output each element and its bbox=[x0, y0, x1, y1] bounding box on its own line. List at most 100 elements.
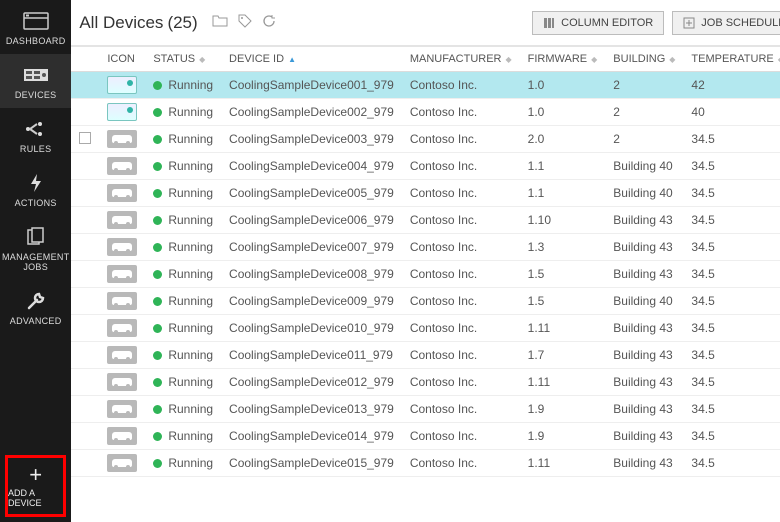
cell-icon bbox=[99, 153, 145, 180]
cell-building: Building 43 bbox=[605, 234, 683, 261]
cell-status: Running bbox=[145, 153, 221, 180]
cell-temperature: 34.5 bbox=[683, 234, 780, 261]
cell-temperature: 34.5 bbox=[683, 261, 780, 288]
sidebar-item-label: DEVICES bbox=[15, 90, 57, 100]
table-row[interactable]: RunningCoolingSampleDevice008_979Contoso… bbox=[71, 261, 780, 288]
row-checkbox[interactable] bbox=[71, 396, 99, 423]
device-table: ICON STATUS◆ DEVICE ID▲ MANUFACTURER◆ FI… bbox=[71, 46, 780, 477]
cell-manufacturer: Contoso Inc. bbox=[402, 315, 520, 342]
device-table-wrap[interactable]: ICON STATUS◆ DEVICE ID▲ MANUFACTURER◆ FI… bbox=[71, 46, 780, 522]
status-dot-icon bbox=[153, 81, 162, 90]
cell-temperature: 34.5 bbox=[683, 315, 780, 342]
cell-temperature: 34.5 bbox=[683, 423, 780, 450]
cell-device-id: CoolingSampleDevice001_979 bbox=[221, 72, 402, 99]
row-checkbox[interactable] bbox=[71, 315, 99, 342]
thermometer-icon bbox=[107, 76, 137, 94]
page-title: All Devices (25) bbox=[79, 13, 197, 33]
cell-device-id: CoolingSampleDevice005_979 bbox=[221, 180, 402, 207]
car-icon bbox=[107, 184, 137, 202]
sidebar: DASHBOARD DEVICES RULES ACTIONS MANAGEME… bbox=[0, 0, 71, 522]
cell-temperature: 34.5 bbox=[683, 153, 780, 180]
folder-icon[interactable] bbox=[212, 14, 228, 31]
job-scheduler-button[interactable]: JOB SCHEDULER bbox=[672, 11, 780, 35]
row-checkbox[interactable] bbox=[71, 99, 99, 126]
car-icon bbox=[107, 346, 137, 364]
table-row[interactable]: RunningCoolingSampleDevice002_979Contoso… bbox=[71, 99, 780, 126]
row-checkbox[interactable] bbox=[71, 180, 99, 207]
table-row[interactable]: RunningCoolingSampleDevice012_979Contoso… bbox=[71, 369, 780, 396]
status-dot-icon bbox=[153, 405, 162, 414]
cell-manufacturer: Contoso Inc. bbox=[402, 72, 520, 99]
table-row[interactable]: RunningCoolingSampleDevice003_979Contoso… bbox=[71, 126, 780, 153]
col-device-id[interactable]: DEVICE ID▲ bbox=[221, 47, 402, 72]
cell-building: 2 bbox=[605, 126, 683, 153]
col-firmware[interactable]: FIRMWARE◆ bbox=[520, 47, 606, 72]
row-checkbox[interactable] bbox=[71, 450, 99, 477]
cell-manufacturer: Contoso Inc. bbox=[402, 369, 520, 396]
row-checkbox[interactable] bbox=[71, 423, 99, 450]
table-row[interactable]: RunningCoolingSampleDevice001_979Contoso… bbox=[71, 72, 780, 99]
col-status[interactable]: STATUS◆ bbox=[145, 47, 221, 72]
sidebar-item-dashboard[interactable]: DASHBOARD bbox=[0, 0, 71, 54]
cell-firmware: 2.0 bbox=[520, 126, 606, 153]
col-temperature[interactable]: TEMPERATURE◆ bbox=[683, 47, 780, 72]
cell-status: Running bbox=[145, 288, 221, 315]
cell-firmware: 1.5 bbox=[520, 261, 606, 288]
cell-icon bbox=[99, 423, 145, 450]
cell-firmware: 1.9 bbox=[520, 396, 606, 423]
devices-icon bbox=[22, 64, 50, 86]
row-checkbox[interactable] bbox=[71, 369, 99, 396]
row-checkbox[interactable] bbox=[71, 234, 99, 261]
sidebar-item-management-jobs[interactable]: MANAGEMENT JOBS bbox=[0, 216, 71, 280]
sidebar-item-actions[interactable]: ACTIONS bbox=[0, 162, 71, 216]
table-row[interactable]: RunningCoolingSampleDevice004_979Contoso… bbox=[71, 153, 780, 180]
rules-icon bbox=[22, 118, 50, 140]
cell-building: Building 43 bbox=[605, 261, 683, 288]
cell-manufacturer: Contoso Inc. bbox=[402, 423, 520, 450]
col-checkbox[interactable] bbox=[71, 47, 99, 72]
status-dot-icon bbox=[153, 162, 162, 171]
row-checkbox[interactable] bbox=[71, 288, 99, 315]
sidebar-item-rules[interactable]: RULES bbox=[0, 108, 71, 162]
cell-icon bbox=[99, 261, 145, 288]
table-row[interactable]: RunningCoolingSampleDevice014_979Contoso… bbox=[71, 423, 780, 450]
cell-manufacturer: Contoso Inc. bbox=[402, 396, 520, 423]
row-checkbox[interactable] bbox=[71, 153, 99, 180]
cell-icon bbox=[99, 450, 145, 477]
cell-building: 2 bbox=[605, 72, 683, 99]
add-device-button[interactable]: + ADD A DEVICE bbox=[5, 455, 66, 517]
row-checkbox[interactable] bbox=[71, 207, 99, 234]
cell-device-id: CoolingSampleDevice007_979 bbox=[221, 234, 402, 261]
plus-icon: + bbox=[29, 464, 42, 486]
col-icon[interactable]: ICON bbox=[99, 47, 145, 72]
row-checkbox[interactable] bbox=[71, 72, 99, 99]
tag-icon[interactable] bbox=[238, 14, 252, 31]
cell-firmware: 1.0 bbox=[520, 72, 606, 99]
wrench-icon bbox=[22, 290, 50, 312]
refresh-icon[interactable] bbox=[262, 14, 276, 31]
cell-firmware: 1.7 bbox=[520, 342, 606, 369]
row-checkbox[interactable] bbox=[71, 126, 99, 153]
table-row[interactable]: RunningCoolingSampleDevice006_979Contoso… bbox=[71, 207, 780, 234]
sidebar-item-advanced[interactable]: ADVANCED bbox=[0, 280, 71, 334]
column-editor-button[interactable]: COLUMN EDITOR bbox=[532, 11, 664, 35]
table-row[interactable]: RunningCoolingSampleDevice011_979Contoso… bbox=[71, 342, 780, 369]
cell-temperature: 34.5 bbox=[683, 450, 780, 477]
table-row[interactable]: RunningCoolingSampleDevice007_979Contoso… bbox=[71, 234, 780, 261]
cell-building: Building 43 bbox=[605, 207, 683, 234]
table-row[interactable]: RunningCoolingSampleDevice005_979Contoso… bbox=[71, 180, 780, 207]
col-manufacturer[interactable]: MANUFACTURER◆ bbox=[402, 47, 520, 72]
col-building[interactable]: BUILDING◆ bbox=[605, 47, 683, 72]
status-dot-icon bbox=[153, 459, 162, 468]
table-row[interactable]: RunningCoolingSampleDevice015_979Contoso… bbox=[71, 450, 780, 477]
table-row[interactable]: RunningCoolingSampleDevice009_979Contoso… bbox=[71, 288, 780, 315]
row-checkbox[interactable] bbox=[71, 342, 99, 369]
cell-temperature: 34.5 bbox=[683, 126, 780, 153]
table-row[interactable]: RunningCoolingSampleDevice010_979Contoso… bbox=[71, 315, 780, 342]
sidebar-item-devices[interactable]: DEVICES bbox=[0, 54, 71, 108]
cell-status: Running bbox=[145, 99, 221, 126]
cell-status: Running bbox=[145, 315, 221, 342]
row-checkbox[interactable] bbox=[71, 261, 99, 288]
table-row[interactable]: RunningCoolingSampleDevice013_979Contoso… bbox=[71, 396, 780, 423]
cell-status: Running bbox=[145, 261, 221, 288]
